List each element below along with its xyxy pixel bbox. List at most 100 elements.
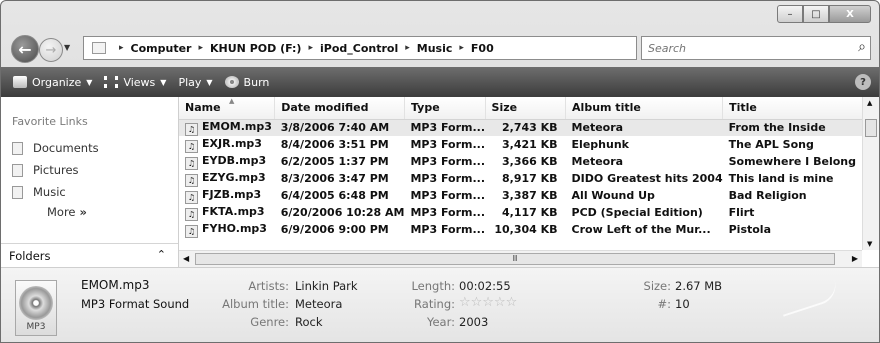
breadcrumb-music[interactable]: Music: [417, 42, 453, 55]
column-header-type[interactable]: Type: [404, 97, 486, 120]
search-box[interactable]: ⌕: [641, 36, 871, 60]
breadcrumb-f00[interactable]: F00: [471, 42, 494, 55]
breadcrumb-separator-icon[interactable]: ▸: [198, 43, 203, 53]
folders-label: Folders: [9, 248, 51, 263]
scroll-right-icon[interactable]: ▶: [852, 254, 858, 263]
search-icon[interactable]: ⌕: [858, 39, 866, 55]
column-header-title[interactable]: Title: [722, 97, 879, 120]
column-header-album-title[interactable]: Album title: [565, 97, 724, 120]
close-button[interactable]: X: [829, 5, 871, 23]
details-pane: MP3 EMOM.mp3 MP3 Format Sound Artists: L…: [1, 267, 879, 342]
recent-pages-dropdown[interactable]: ▼: [64, 43, 70, 52]
file-name-cell: ♫ EYDB.mp3: [179, 153, 275, 170]
column-header-name[interactable]: ▲ Name: [179, 97, 276, 120]
burn-button[interactable]: Burn: [224, 76, 269, 89]
decorative-swoosh: [777, 279, 841, 317]
album-title-cell: Meteora: [571, 155, 624, 168]
column-header-size[interactable]: Size: [485, 97, 567, 120]
command-bar: Organize ▼ Views ▼ Play ▼ Burn ?: [1, 67, 879, 97]
title-cell: From the Inside: [722, 119, 879, 136]
search-input[interactable]: [648, 38, 838, 58]
table-row[interactable]: ♫ FJZB.mp3 6/4/2005 6:48 PM MP3 Form... 3,38…: [179, 187, 879, 204]
pictures-icon: [12, 163, 23, 177]
scroll-left-icon[interactable]: ◀: [183, 254, 189, 263]
track-label: #:: [657, 297, 671, 311]
scroll-down-icon[interactable]: ▼: [867, 240, 872, 248]
nav-item-label: Music: [33, 185, 66, 199]
type-cell: MP3 Form...: [410, 206, 486, 219]
type-cell: MP3 Form...: [410, 138, 486, 151]
vertical-scrollbar[interactable]: ▲ ▼: [862, 97, 879, 250]
breadcrumb-separator-icon[interactable]: ▸: [119, 43, 124, 53]
track-value[interactable]: 10: [675, 297, 690, 311]
table-row[interactable]: ♫ FYHO.mp3 6/9/2006 9:00 PM MP3 Form... 10,3…: [179, 221, 879, 238]
breadcrumb-separator-icon[interactable]: ▸: [459, 43, 464, 53]
horizontal-scroll-thumb[interactable]: Ⅲ: [195, 253, 835, 265]
nav-item-documents[interactable]: Documents: [12, 141, 99, 155]
horizontal-scrollbar[interactable]: ◀ Ⅲ ▶: [179, 250, 862, 267]
breadcrumb-computer[interactable]: Computer: [131, 42, 192, 55]
double-chevron-icon: »: [79, 205, 87, 219]
navigation-pane: Favorite Links Documents Pictures Music …: [1, 97, 179, 267]
audio-disc-icon: [19, 286, 53, 320]
favorite-links-heading: Favorite Links: [12, 115, 88, 128]
date-modified-cell: 6/20/2006 10:28 AM: [280, 206, 405, 219]
table-row[interactable]: ♫ FKTA.mp3 6/20/2006 10:28 AM MP3 Form... 4,…: [179, 204, 879, 221]
table-row[interactable]: ♫ EYDB.mp3 6/2/2005 1:37 PM MP3 Form... 3,36…: [179, 153, 879, 170]
music-icon: [12, 185, 23, 199]
audio-file-icon: ♫: [185, 190, 198, 204]
nav-item-music[interactable]: Music: [12, 185, 66, 199]
table-row[interactable]: ♫ EXJR.mp3 8/4/2006 3:51 PM MP3 Form... 3,42…: [179, 136, 879, 153]
artists-value[interactable]: Linkin Park: [295, 279, 358, 293]
audio-file-icon: ♫: [185, 122, 198, 136]
vertical-scroll-thumb[interactable]: [865, 119, 877, 137]
table-row[interactable]: ♫ EMOM.mp3 3/8/2006 7:40 AM MP3 Form... 2,74…: [179, 119, 879, 136]
nav-more-link[interactable]: More»: [47, 205, 87, 219]
album-title-cell: DIDO Greatest hits 2004: [571, 172, 723, 185]
date-modified-cell: 6/9/2006 9:00 PM: [280, 223, 389, 236]
breadcrumb-ipod-control[interactable]: iPod_Control: [320, 42, 398, 55]
views-button[interactable]: Views ▼: [104, 76, 166, 89]
nav-item-pictures[interactable]: Pictures: [12, 163, 79, 177]
organize-label: Organize: [32, 75, 82, 89]
address-bar[interactable]: ▸ Computer ▸ KHUN POD (F:) ▸ iPod_Contro…: [83, 36, 707, 60]
size-cell: 10,304 KB: [494, 223, 558, 236]
table-row[interactable]: ♫ EZYG.mp3 8/3/2006 3:47 PM MP3 Form... 8,91…: [179, 170, 879, 187]
genre-value[interactable]: Rock: [295, 315, 323, 329]
album-title-cell: Elephunk: [571, 138, 629, 151]
rating-stars[interactable]: ☆☆☆☆☆: [459, 295, 517, 310]
year-value[interactable]: 2003: [459, 315, 488, 329]
back-button[interactable]: ←: [11, 35, 39, 63]
size-cell: 2,743 KB: [485, 119, 566, 136]
help-button[interactable]: ?: [855, 74, 871, 90]
disc-icon: [224, 76, 239, 88]
title-cell: Flirt: [728, 206, 755, 219]
year-label: Year:: [426, 315, 455, 329]
date-modified-cell: 3/8/2006 7:40 AM: [274, 119, 405, 136]
organize-button[interactable]: Organize ▼: [13, 76, 92, 89]
maximize-button[interactable]: □: [803, 5, 829, 23]
breadcrumb-drive[interactable]: KHUN POD (F:): [210, 42, 301, 55]
length-value: 00:02:55: [459, 279, 511, 293]
album-value[interactable]: Meteora: [295, 297, 342, 311]
minimize-button[interactable]: –: [777, 5, 803, 23]
breadcrumb-separator-icon[interactable]: ▸: [405, 43, 410, 53]
type-cell: MP3 Form...: [410, 172, 486, 185]
title-cell: Somewhere I Belong: [728, 155, 856, 168]
address-row: ← → ▼ ▸ Computer ▸ KHUN POD (F:) ▸ iPod_…: [1, 33, 879, 63]
file-name-cell: ♫ EZYG.mp3: [179, 170, 275, 187]
breadcrumb-separator-icon[interactable]: ▸: [308, 43, 313, 53]
scroll-up-icon[interactable]: ▲: [867, 99, 872, 107]
play-button[interactable]: Play ▼: [178, 76, 212, 89]
folders-toggle[interactable]: Folders ⌃: [1, 243, 178, 267]
documents-icon: [12, 141, 23, 155]
album-label: Album title:: [222, 297, 289, 311]
file-name: EZYG.mp3: [202, 170, 266, 184]
forward-button[interactable]: →: [39, 38, 63, 62]
title-cell: This land is mine: [728, 172, 834, 185]
column-header-date-modified[interactable]: Date modified: [274, 97, 405, 120]
chevron-down-icon: ▼: [86, 77, 93, 87]
details-filename: EMOM.mp3: [81, 278, 150, 292]
thumbnail-label: MP3: [26, 322, 46, 332]
forward-arrow-icon: →: [45, 42, 57, 58]
